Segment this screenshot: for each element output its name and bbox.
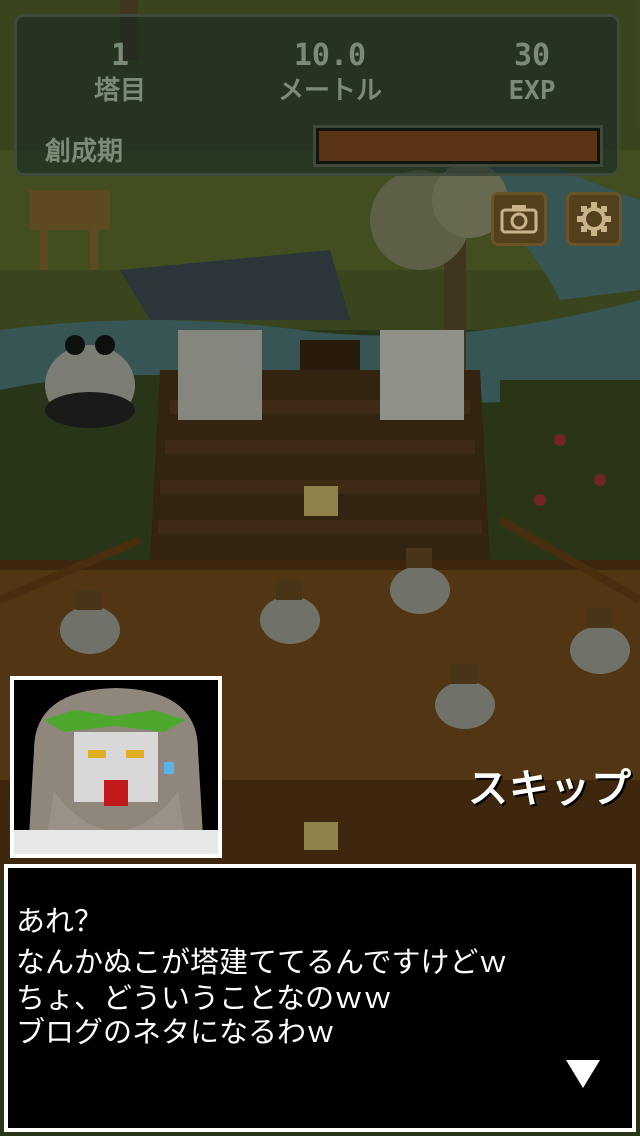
gear-icon — [577, 202, 611, 236]
status-panel: 1 塔目 10.0 メートル 30 EXP 創成期 — [14, 14, 620, 176]
height-label: メートル — [277, 76, 382, 106]
exp-stat: 30 EXP — [457, 39, 607, 109]
era-progress-bar — [313, 125, 603, 167]
camera-icon — [500, 205, 538, 234]
height-stat: 10.0 メートル — [255, 39, 405, 109]
dialog-line: ブログのネタになるわｗ — [16, 1015, 336, 1049]
era-progress-fill — [319, 131, 597, 161]
skip-button[interactable]: スキップ — [468, 756, 632, 814]
dialog-line: あれ？ — [16, 904, 104, 938]
floor-value: 1 — [110, 38, 130, 73]
dialog-line: ちょ、どういうことなのｗｗ — [16, 981, 393, 1015]
floor-stat: 1 塔目 — [45, 39, 195, 109]
era-label: 創成期 — [45, 137, 124, 167]
exp-value: 30 — [513, 38, 551, 73]
down-triangle-icon[interactable] — [566, 1060, 600, 1088]
exp-label: EXP — [508, 76, 556, 106]
floor-label: 塔目 — [93, 76, 146, 106]
speaker-portrait — [10, 676, 222, 858]
height-value: 10.0 — [293, 38, 367, 73]
settings-button[interactable] — [566, 192, 622, 246]
camera-button[interactable] — [491, 192, 547, 246]
bearded-god-portrait — [14, 680, 218, 854]
dialog-line: なんかぬこが塔建ててるんですけどｗ — [16, 945, 508, 979]
dialog-box[interactable]: あれ？ なんかぬこが塔建ててるんですけどｗ ちょ、どういうことなのｗｗ ブログの… — [4, 864, 636, 1132]
